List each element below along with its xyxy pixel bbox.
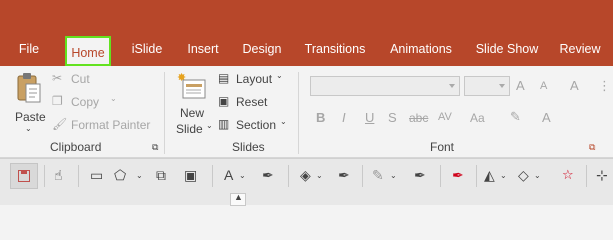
new-slide-button[interactable]: ✸ New Slide ⌄ bbox=[172, 70, 213, 136]
grow-font-icon[interactable]: A bbox=[516, 78, 525, 93]
toolbar-divider bbox=[440, 165, 441, 187]
scissors-icon: ✂ bbox=[52, 71, 63, 85]
tab-file[interactable]: File bbox=[14, 32, 44, 66]
touch-mode-icon[interactable]: ☝ bbox=[54, 167, 72, 185]
format-painter-label: Format Painter bbox=[71, 118, 151, 132]
copy-button[interactable]: ❐ Copy ⌄ bbox=[52, 93, 122, 111]
bold-button[interactable]: B bbox=[316, 110, 325, 125]
collapse-toolbar-button[interactable]: ▲ bbox=[230, 192, 246, 206]
paste-label: Paste bbox=[15, 110, 46, 124]
outline-eyedropper-icon[interactable]: ✒ bbox=[414, 167, 432, 185]
copy-icon: ❐ bbox=[52, 94, 63, 108]
clipboard-group-label: Clipboard bbox=[50, 140, 102, 154]
svg-text:✸: ✸ bbox=[177, 72, 186, 84]
chevron-down-icon bbox=[499, 84, 505, 88]
tab-design[interactable]: Design bbox=[238, 32, 286, 66]
toolbar-divider bbox=[44, 165, 45, 187]
tab-slide-show[interactable]: Slide Show bbox=[474, 32, 540, 66]
text-box-icon[interactable]: ▭ bbox=[90, 167, 108, 185]
reset-label: Reset bbox=[236, 95, 268, 109]
toolbar-divider bbox=[476, 165, 477, 187]
underline-button[interactable]: U bbox=[365, 110, 374, 125]
tab-islide[interactable]: iSlide bbox=[128, 32, 166, 66]
star-icon[interactable]: ☆ bbox=[562, 167, 580, 185]
chevron-down-icon: ⌄ bbox=[206, 121, 213, 130]
shapes-icon[interactable]: ⬠ bbox=[114, 167, 132, 185]
highlight-icon[interactable]: ✎ bbox=[510, 109, 521, 125]
copy-label: Copy bbox=[71, 95, 100, 109]
save-button[interactable] bbox=[10, 163, 38, 189]
section-label: Section bbox=[236, 118, 277, 132]
layout-icon: ▤ bbox=[218, 71, 230, 85]
text-shadow-button[interactable]: S bbox=[388, 110, 397, 125]
font-color-icon[interactable]: A bbox=[542, 110, 551, 125]
chevron-down-icon: ⌄ bbox=[25, 124, 32, 133]
font-group-label: Font bbox=[430, 140, 455, 154]
layout-button[interactable]: ▤ Layout ⌄ bbox=[218, 70, 288, 88]
toolbar-divider bbox=[586, 165, 587, 187]
reset-button[interactable]: ▣ Reset bbox=[218, 93, 278, 111]
layout-label: Layout bbox=[236, 72, 273, 86]
italic-button[interactable]: I bbox=[342, 110, 346, 125]
ribbon-home-panel: Paste ⌄ ✂ Cut ❐ Copy ⌄ 🖌 Format Painter … bbox=[0, 66, 613, 158]
quick-access-toolbar: ☝ ▭ ⬠ ⌄ ⧉ ▣ A ⌄ ✒ ◈ ⌄ ✒ ✎ ⌄ ✒ ✒ ◭ ⌄ ◇ ⌄ … bbox=[0, 158, 613, 206]
character-spacing-button[interactable]: AV bbox=[438, 111, 452, 123]
chevron-down-icon[interactable]: ⌄ bbox=[316, 171, 334, 189]
font-name-combo[interactable] bbox=[310, 76, 460, 96]
dialog-launcher-icon[interactable]: ⧉ bbox=[589, 142, 595, 153]
chevron-up-icon: ▲ bbox=[234, 192, 243, 202]
shape-outline-icon[interactable]: ✎ bbox=[372, 167, 390, 185]
cut-label: Cut bbox=[71, 72, 90, 86]
group-divider bbox=[164, 72, 165, 154]
slides-group-label: Slides bbox=[232, 140, 265, 154]
paste-icon bbox=[17, 73, 41, 103]
paragraph-icon[interactable]: ⋮ bbox=[598, 78, 611, 94]
shrink-font-icon[interactable]: A bbox=[540, 80, 547, 92]
reset-icon: ▣ bbox=[218, 94, 230, 108]
screenshot-icon[interactable]: ▣ bbox=[184, 167, 202, 185]
section-button[interactable]: ▥ Section ⌄ bbox=[218, 116, 292, 134]
new-slide-label-line2: Slide bbox=[176, 122, 203, 136]
new-slide-label-line1: New bbox=[180, 106, 205, 120]
chevron-down-icon: ⌄ bbox=[276, 71, 283, 80]
tab-home[interactable]: Home bbox=[65, 36, 111, 66]
section-icon: ▥ bbox=[218, 117, 230, 131]
tab-review[interactable]: Review bbox=[556, 32, 604, 66]
tab-animations[interactable]: Animations bbox=[384, 32, 458, 66]
more-icon[interactable]: ⊹ bbox=[596, 167, 613, 185]
dialog-launcher-icon[interactable]: ⧉ bbox=[152, 142, 158, 153]
strikethrough-button[interactable]: abc bbox=[409, 111, 428, 125]
toolbar-divider bbox=[288, 165, 289, 187]
eyedropper-icon[interactable]: ✒ bbox=[262, 167, 280, 185]
red-eyedropper-icon[interactable]: ✒ bbox=[452, 167, 470, 185]
title-bar bbox=[0, 0, 613, 32]
new-slide-icon: ✸ bbox=[177, 72, 206, 99]
cut-button[interactable]: ✂ Cut bbox=[52, 70, 102, 88]
group-divider bbox=[298, 72, 299, 154]
chevron-down-icon: ⌄ bbox=[110, 94, 117, 103]
arrange-icon[interactable]: ⧉ bbox=[156, 167, 174, 185]
change-case-button[interactable]: Aa bbox=[470, 111, 485, 125]
tab-transitions[interactable]: Transitions bbox=[302, 32, 368, 66]
toolbar-divider bbox=[362, 165, 363, 187]
chevron-down-icon[interactable]: ⌄ bbox=[239, 171, 257, 189]
paste-button[interactable]: Paste ⌄ bbox=[10, 70, 48, 134]
clear-formatting-icon[interactable]: A bbox=[570, 78, 579, 93]
chevron-down-icon: ⌄ bbox=[280, 117, 287, 126]
chevron-down-icon[interactable]: ⌄ bbox=[534, 171, 552, 189]
paintbrush-icon: 🖌 bbox=[52, 117, 68, 131]
fill-eyedropper-icon[interactable]: ✒ bbox=[338, 167, 356, 185]
chevron-down-icon[interactable]: ⌄ bbox=[500, 171, 518, 189]
chevron-down-icon bbox=[449, 84, 455, 88]
save-icon bbox=[18, 170, 30, 182]
font-size-combo[interactable] bbox=[464, 76, 510, 96]
toolbar-divider bbox=[78, 165, 79, 187]
chevron-down-icon[interactable]: ⌄ bbox=[136, 171, 154, 189]
toolbar-divider bbox=[212, 165, 213, 187]
chevron-down-icon[interactable]: ⌄ bbox=[390, 171, 408, 189]
ribbon-tab-bar: File Home iSlide Insert Design Transitio… bbox=[0, 32, 613, 66]
tab-insert[interactable]: Insert bbox=[182, 32, 224, 66]
format-painter-button[interactable]: 🖌 Format Painter bbox=[52, 116, 152, 134]
